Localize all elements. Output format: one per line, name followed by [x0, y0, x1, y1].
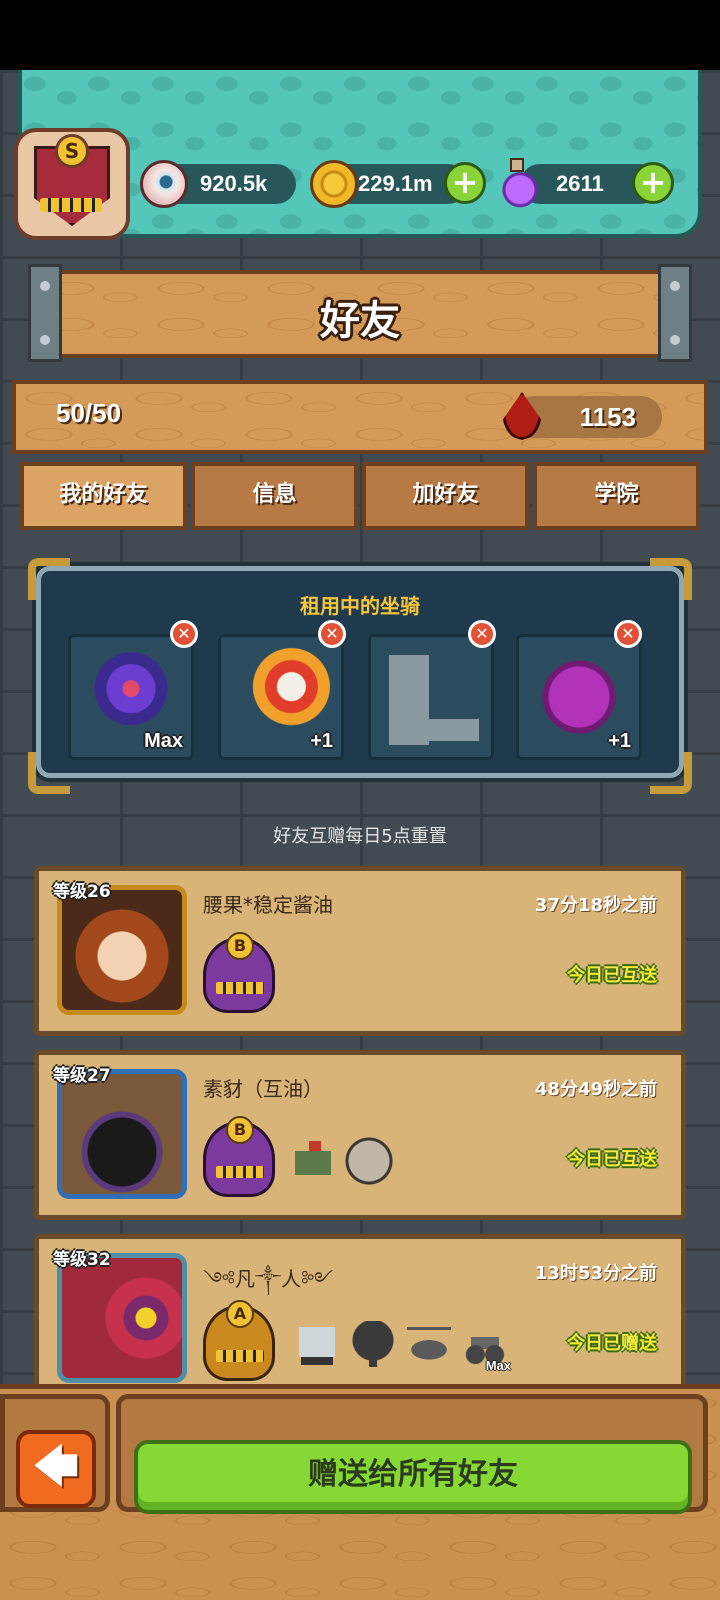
- mount-badge: +1: [608, 730, 631, 752]
- remove-mount-1-button[interactable]: ✕: [170, 620, 198, 648]
- tree-mount-icon: [349, 1321, 397, 1369]
- blood-value: 1153: [579, 402, 636, 432]
- rented-mount-slot-1[interactable]: Max: [68, 634, 194, 760]
- back-arrow-icon: 🡄: [33, 1441, 79, 1492]
- potions-value: 2611: [556, 171, 604, 196]
- grade-letter: B: [226, 932, 254, 960]
- robot-mount-icon: [293, 1321, 341, 1369]
- coin-icon: [310, 160, 358, 208]
- tab-add-friend[interactable]: 加好友: [362, 462, 529, 530]
- grade-letter: B: [226, 1116, 254, 1144]
- machine-mount-icon: [379, 645, 483, 749]
- friend-card[interactable]: 等级32 ༺凡༒人༻ 13时53分之前 A Max 今日已赠送: [34, 1234, 686, 1404]
- add-coins-button[interactable]: +: [444, 162, 486, 204]
- rented-mounts-title: 租用中的坐骑: [300, 594, 420, 618]
- friend-card[interactable]: 等级26 腰果*稳定酱油 37分18秒之前 B 今日已互送: [34, 866, 686, 1036]
- tab-my-friends[interactable]: 我的好友: [20, 462, 187, 530]
- mount-badge: +1: [310, 730, 333, 752]
- friend-last-active: 13时53分之前: [534, 1263, 657, 1284]
- system-status-bar: [0, 0, 720, 70]
- grade-badge: B: [203, 932, 275, 1013]
- gift-status: 今日已互送: [567, 1149, 657, 1170]
- add-potions-button[interactable]: +: [632, 162, 674, 204]
- friend-last-active: 37分18秒之前: [534, 895, 657, 916]
- friend-name: 腰果*稳定酱油: [203, 893, 333, 917]
- gift-all-friends-button[interactable]: 赠送给所有好友: [134, 1440, 692, 1514]
- bike-mount-icon: Max: [461, 1321, 511, 1373]
- coins-value: 229.1m: [358, 171, 433, 196]
- rented-mount-slot-4[interactable]: +1: [516, 634, 642, 760]
- grade-letter: A: [226, 1300, 254, 1328]
- friend-name: ༺凡༒人༻: [203, 1267, 334, 1291]
- friend-last-active: 48分49秒之前: [534, 1079, 657, 1100]
- helicopter-mount-icon: [405, 1321, 453, 1369]
- rented-mount-slot-2[interactable]: +1: [218, 634, 344, 760]
- friend-card[interactable]: 等级27 素豺（互油） 48分49秒之前 B 今日已互送: [34, 1050, 686, 1220]
- horned-monster-avatar-icon[interactable]: [57, 1069, 187, 1199]
- gift-status: 今日已互送: [567, 965, 657, 986]
- remove-mount-2-button[interactable]: ✕: [318, 620, 346, 648]
- daily-reset-note: 好友互赠每日5点重置: [273, 826, 447, 847]
- eyeball-icon: [140, 160, 188, 208]
- remove-mount-4-button[interactable]: ✕: [614, 620, 642, 648]
- rank-progress-bar: [40, 198, 102, 212]
- friend-level: 等级32: [53, 1250, 111, 1270]
- friend-level: 等级27: [53, 1066, 111, 1086]
- remove-mount-3-button[interactable]: ✕: [468, 620, 496, 648]
- page-title: 好友: [320, 298, 400, 344]
- tab-academy[interactable]: 学院: [533, 462, 700, 530]
- friends-count: 50/50: [56, 398, 122, 428]
- moon-mount-icon: [345, 1137, 393, 1185]
- girl-avatar-icon[interactable]: [57, 885, 187, 1015]
- grade-bar: [216, 1350, 264, 1362]
- grade-badge: B: [203, 1116, 275, 1197]
- grade-bar: [216, 982, 264, 994]
- panel-corner-bottom-right: [650, 752, 692, 794]
- rented-mount-slot-3[interactable]: [368, 634, 494, 760]
- grade-badge: A: [203, 1300, 275, 1381]
- player-rank-badge[interactable]: S: [14, 128, 130, 240]
- panel-corner-bottom-left: [28, 752, 70, 794]
- grade-bar: [216, 1166, 264, 1178]
- friend-level: 等级26: [53, 882, 111, 902]
- cart-mount-icon: [289, 1137, 337, 1185]
- gift-status: 今日已赠送: [567, 1333, 657, 1354]
- tab-bar: 我的好友 信息 加好友 学院: [20, 462, 700, 530]
- worm-avatar-icon[interactable]: [57, 1253, 187, 1383]
- eyes-value: 920.5k: [200, 171, 268, 196]
- rank-letter: S: [55, 134, 89, 168]
- potion-cork: [510, 158, 524, 172]
- mount-badge: Max: [485, 1358, 511, 1373]
- tab-messages[interactable]: 信息: [191, 462, 358, 530]
- friend-name: 素豺（互油）: [203, 1077, 323, 1101]
- back-button[interactable]: 🡄: [16, 1430, 96, 1508]
- mount-badge: Max: [144, 730, 183, 752]
